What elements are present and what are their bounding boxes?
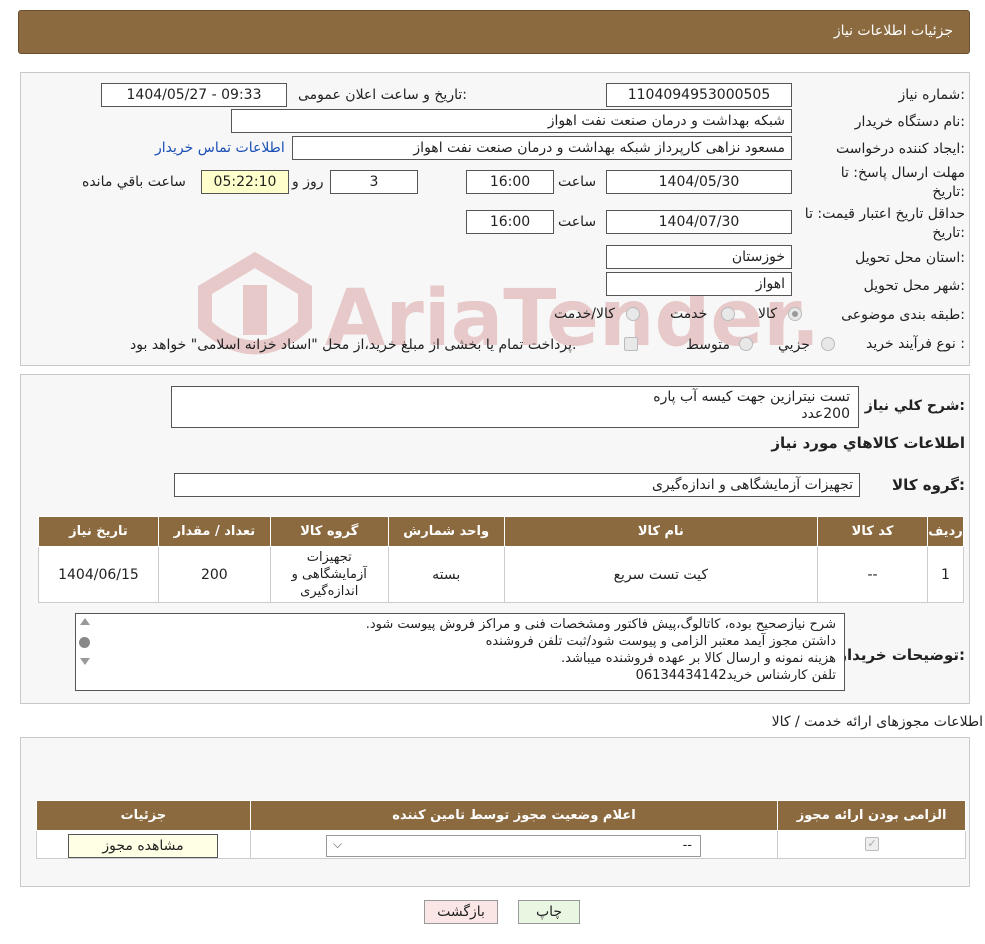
goods-table-header: تاریخ نیاز تعداد / مقدار گروه كالا واحد … xyxy=(38,516,965,547)
cell-quantity: 200 xyxy=(157,546,271,603)
print-button[interactable]: چاپ xyxy=(518,900,580,924)
buyer-notes-label: توضيحات خريدار: xyxy=(838,646,965,664)
goods-group-field: تجهیزات آزمایشگاهی و اندازه‌گیری xyxy=(174,473,860,497)
scroll-up-icon[interactable] xyxy=(80,618,90,625)
col-unit: واحد شمارش xyxy=(387,516,505,547)
back-button[interactable]: بازگشت xyxy=(424,900,498,924)
col-required: الزامی بودن ارائه مجوز xyxy=(777,800,966,831)
buyer-contact-link[interactable]: اطلاعات تماس خریدار xyxy=(155,140,285,156)
cell-unit: بسته xyxy=(387,546,505,603)
reply-deadline-label-2: تاریخ: xyxy=(932,184,965,200)
chevron-down-icon: ⌵ xyxy=(333,837,343,851)
scroll-thumb[interactable] xyxy=(79,637,90,648)
province-field: خوزستان xyxy=(606,245,792,269)
category-radio-goods-service[interactable] xyxy=(626,307,640,321)
reply-time-field: 16:00 xyxy=(466,170,554,194)
purchase-type-label: نوع فرآیند خرید : xyxy=(866,336,965,352)
buyer-note-line-1: شرح نیازصحیح بوده، کاتالوگ،پیش فاکتور وم… xyxy=(365,617,836,632)
buyer-note-line-4: تلفن کارشناس خرید06134434142 xyxy=(635,668,836,683)
col-date: تاریخ نیاز xyxy=(38,516,159,547)
category-label: طبقه بندی موضوعی: xyxy=(841,307,965,323)
city-field: اهواز xyxy=(606,272,792,296)
col-row: رديف xyxy=(926,516,965,547)
remaining-label: ساعت باقي مانده xyxy=(82,174,186,190)
select-value: -- xyxy=(682,838,692,853)
purchase-option-medium: متوسط xyxy=(686,337,730,353)
col-name: نام كالا xyxy=(503,516,819,547)
announce-label: تاریخ و ساعت اعلان عمومی: xyxy=(298,87,467,103)
city-label: شهر محل تحویل: xyxy=(863,278,965,294)
page-title: جزئیات اطلاعات نیاز xyxy=(833,23,953,39)
general-desc-field: تست نیترازین جهت کیسه آب پاره 200عدد xyxy=(171,386,859,428)
category-radio-service[interactable] xyxy=(721,307,735,321)
page-header: جزئیات اطلاعات نیاز xyxy=(18,10,970,54)
col-group: گروه كالا xyxy=(269,516,389,547)
view-permit-button[interactable]: مشاهده مجوز xyxy=(68,834,218,858)
purchase-radio-minor[interactable] xyxy=(821,337,835,351)
cell-group: تجهیزات آزمایشگاهی و اندازه‌گیری xyxy=(269,546,389,603)
general-desc-label: شرح كلي نياز: xyxy=(864,398,965,414)
cell-row: 1 xyxy=(926,546,965,603)
buyer-org-field: شبکه بهداشت و درمان صنعت نفت اهواز xyxy=(231,109,792,133)
remaining-time-field: 05:22:10 xyxy=(201,170,289,194)
table-row: 1404/06/15 200 تجهیزات آزمایشگاهی و اندا… xyxy=(38,546,965,603)
need-number-field: 1104094953000505 xyxy=(606,83,792,107)
permits-table-header: جزئیات اعلام وضعیت مجوز توسط تامین کننده… xyxy=(36,800,966,831)
general-desc-line-1: تست نیترازین جهت کیسه آب پاره xyxy=(653,389,850,405)
treasury-checkbox[interactable] xyxy=(624,337,638,351)
price-validity-label-2: تاریخ: xyxy=(932,225,965,241)
announce-field: 1404/05/27 - 09:33 xyxy=(101,83,287,107)
purchase-note: پرداخت تمام یا بخشی از مبلغ خرید،از محل … xyxy=(130,337,577,353)
category-radio-goods[interactable] xyxy=(788,307,802,321)
creator-field: مسعود نزاهی کارپرداز شبکه بهداشت و درمان… xyxy=(292,136,792,160)
reply-date-field: 1404/05/30 xyxy=(606,170,792,194)
cell-name: کیت تست سریع xyxy=(503,546,819,603)
category-option-service: خدمت xyxy=(670,306,708,322)
purchase-radio-medium[interactable] xyxy=(739,337,753,351)
notes-scrollbar[interactable] xyxy=(77,616,93,688)
col-quantity: تعداد / مقدار xyxy=(157,516,271,547)
need-number-label: شماره نیاز: xyxy=(898,87,965,103)
validity-date-field: 1404/07/30 xyxy=(606,210,792,234)
permits-title: اطلاعات مجوزهای ارائه خدمت / کالا xyxy=(771,714,983,730)
permit-required-checkbox: ✓ xyxy=(865,837,879,851)
buyer-org-label: نام دستگاه خریدار: xyxy=(854,114,965,130)
col-details: جزئیات xyxy=(36,800,251,831)
col-code: كد كالا xyxy=(817,516,928,547)
col-status: اعلام وضعیت مجوز توسط تامین کننده xyxy=(249,800,779,831)
validity-time-field: 16:00 xyxy=(466,210,554,234)
purchase-option-minor: جزيي xyxy=(778,337,810,353)
reply-time-label: ساعت xyxy=(558,174,597,190)
days-label: روز و xyxy=(292,174,324,190)
permit-status-select[interactable]: -- ⌵ xyxy=(326,835,701,857)
creator-label: ایجاد کننده درخواست: xyxy=(836,141,965,157)
buyer-note-line-3: هزینه نمونه و ارسال کالا بر عهده فروشنده… xyxy=(561,651,836,666)
cell-date: 1404/06/15 xyxy=(38,546,159,603)
days-field: 3 xyxy=(330,170,418,194)
general-desc-line-2: 200عدد xyxy=(801,406,850,422)
goods-table: تاریخ نیاز تعداد / مقدار گروه كالا واحد … xyxy=(38,516,965,603)
province-label: استان محل تحویل: xyxy=(855,250,965,266)
goods-info-title: اطلاعات كالاهاي مورد نياز xyxy=(771,434,965,452)
reply-deadline-label: مهلت ارسال پاسخ: تا xyxy=(840,165,965,181)
buyer-notes-field: شرح نیازصحیح بوده، کاتالوگ،پیش فاکتور وم… xyxy=(75,613,845,691)
goods-group-label: گروه كالا: xyxy=(892,476,965,494)
scroll-down-icon[interactable] xyxy=(80,658,90,665)
price-validity-label: حداقل تاریخ اعتبار قیمت: تا xyxy=(804,206,965,222)
buyer-note-line-2: داشتن مجوز آیمد معتبر الزامی و پیوست شود… xyxy=(485,634,836,649)
cell-code: -- xyxy=(817,546,928,603)
category-option-goods: کالا xyxy=(758,306,777,322)
validity-time-label: ساعت xyxy=(558,214,597,230)
category-option-goods-service: کالا/خدمت xyxy=(554,306,615,322)
